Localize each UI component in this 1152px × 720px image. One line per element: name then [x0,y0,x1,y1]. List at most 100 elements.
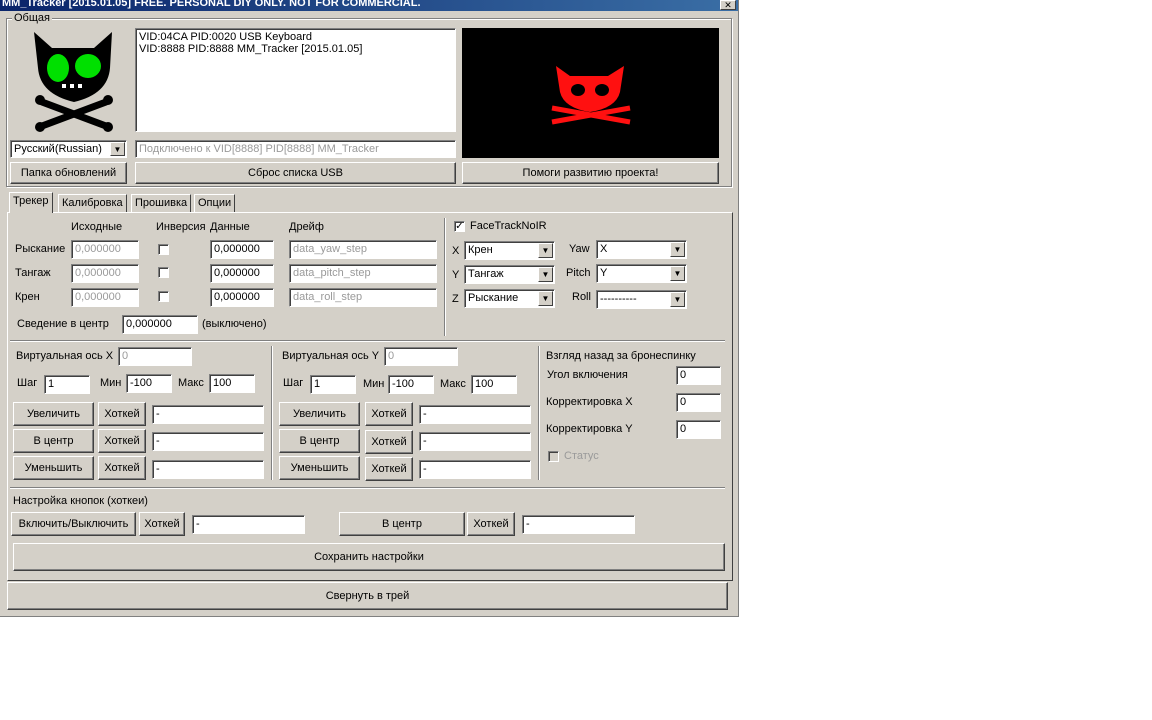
list-item[interactable]: VID:8888 PID:8888 MM_Tracker [2015.01.05… [139,43,452,55]
virtual-y-increase-button[interactable]: Увеличить [279,402,360,426]
virtual-x-decrease-hotkey-field[interactable]: - [152,460,264,479]
general-group-title: Общая [12,12,52,24]
yaw-target-select[interactable]: X ▼ [596,240,687,259]
lookback-corr-y-label: Корректировка Y [546,423,633,435]
skull-logo-icon [34,32,113,132]
check-icon: ✓ [455,221,464,232]
roll-drift-field[interactable]: data_roll_step [289,288,437,307]
pitch-drift-field[interactable]: data_pitch_step [289,264,437,283]
donate-button[interactable]: Помоги развитию проекта! [462,162,719,184]
virtual-x-min-label: Мин [100,377,122,389]
close-button[interactable]: ✕ [720,0,736,10]
center-value-field[interactable]: 0,000000 [122,315,198,334]
center-state: (выключено) [202,318,267,330]
virtual-x-center-hotkey-field[interactable]: - [152,432,264,451]
chevron-down-icon[interactable]: ▼ [670,242,685,257]
yaw-drift-field[interactable]: data_yaw_step [289,240,437,259]
roll-data-field[interactable]: 0,000000 [210,288,274,307]
virtual-x-increase-hotkey-field[interactable]: - [152,405,264,424]
axis-label-x: X [452,245,460,257]
toggle-button[interactable]: Включить/Выключить [11,512,136,536]
minimize-to-tray-button[interactable]: Свернуть в трей [7,582,728,610]
virtual-x-decrease-hotkey-button[interactable]: Хоткей [98,456,146,480]
virtual-y-decrease-button[interactable]: Уменьшить [279,456,360,480]
virtual-x-center-hotkey-button[interactable]: Хоткей [98,429,146,453]
center-hotkey-field[interactable]: - [522,515,635,534]
yaw-data-field[interactable]: 0,000000 [210,240,274,259]
language-select[interactable]: Русский(Russian) ▼ [10,140,127,158]
lookback-angle-label: Угол включения [547,369,628,381]
axis-label-y: Y [452,269,460,281]
yaw-source-field: 0,000000 [71,240,139,259]
divider [10,340,725,342]
preview-panel [462,28,719,158]
virtual-x-step-label: Шаг [17,377,38,389]
lookback-corr-y-field[interactable]: 0 [676,420,721,439]
virtual-y-center-hotkey-field[interactable]: - [419,432,531,451]
tab-firmware[interactable]: Прошивка [131,194,192,212]
virtual-y-value-field: 0 [384,347,458,366]
virtual-y-center-button[interactable]: В центр [279,429,360,453]
virtual-x-increase-hotkey-button[interactable]: Хоткей [98,402,146,426]
hotkeys-title: Настройка кнопок (хоткеи) [13,495,148,507]
axis-z-value: Рыскание [468,292,519,304]
virtual-y-increase-hotkey-field[interactable]: - [419,405,531,424]
tab-tracker[interactable]: Трекер [9,192,53,213]
pitch-target-select[interactable]: Y ▼ [596,264,687,283]
header-invert: Инверсия [156,221,206,233]
row-label-yaw: Рыскание [15,243,66,255]
tab-calibration[interactable]: Калибровка [58,194,127,212]
chevron-down-icon[interactable]: ▼ [670,292,685,307]
axis-y-select[interactable]: Тангаж ▼ [464,265,555,284]
virtual-x-max-field[interactable]: 100 [209,374,255,393]
pitch-invert-checkbox[interactable] [158,267,169,278]
lookback-corr-x-field[interactable]: 0 [676,393,721,412]
title-bar[interactable]: MM_Tracker [2015.01.05] FREE. PERSONAL D… [0,0,738,11]
virtual-y-increase-hotkey-button[interactable]: Хоткей [365,402,413,426]
virtual-y-decrease-hotkey-button[interactable]: Хоткей [365,457,413,481]
reset-usb-button[interactable]: Сброс списка USB [135,162,456,184]
app-window: MM_Tracker [2015.01.05] FREE. PERSONAL D… [0,0,739,617]
header-data: Данные [210,221,250,233]
target-label-yaw: Yaw [569,243,590,255]
chevron-down-icon[interactable]: ▼ [538,291,553,306]
virtual-x-center-button[interactable]: В центр [13,429,94,453]
center-hotkey-action-button[interactable]: В центр [339,512,465,536]
window-title: MM_Tracker [2015.01.05] FREE. PERSONAL D… [2,0,421,9]
axis-z-select[interactable]: Рыскание ▼ [464,289,555,308]
target-label-roll: Roll [572,291,591,303]
roll-invert-checkbox[interactable] [158,291,169,302]
virtual-y-decrease-hotkey-field[interactable]: - [419,460,531,479]
chevron-down-icon[interactable]: ▼ [538,267,553,282]
header-drift: Дрейф [289,221,324,233]
virtual-x-increase-button[interactable]: Увеличить [13,402,94,426]
lookback-angle-field[interactable]: 0 [676,366,721,385]
virtual-y-max-field[interactable]: 100 [471,375,517,394]
toggle-hotkey-button[interactable]: Хоткей [139,512,185,536]
axis-x-select[interactable]: Крен ▼ [464,241,555,260]
roll-target-select[interactable]: ---------- ▼ [596,290,687,309]
axis-x-value: Крен [468,244,493,256]
chevron-down-icon[interactable]: ▼ [538,243,553,258]
chevron-down-icon[interactable]: ▼ [110,142,125,156]
lookback-corr-x-label: Корректировка X [546,396,633,408]
pitch-data-field[interactable]: 0,000000 [210,264,274,283]
tab-options[interactable]: Опции [194,194,236,212]
save-settings-button[interactable]: Сохранить настройки [13,543,725,571]
facetrack-checkbox[interactable]: ✓ [454,221,465,232]
virtual-x-min-field[interactable]: -100 [126,374,172,393]
yaw-invert-checkbox[interactable] [158,244,169,255]
updates-folder-button[interactable]: Папка обновлений [10,162,127,184]
virtual-x-step-field[interactable]: 1 [44,375,90,394]
virtual-y-center-hotkey-button[interactable]: Хоткей [365,430,413,454]
virtual-y-min-field[interactable]: -100 [388,375,434,394]
usb-device-list[interactable]: VID:04CA PID:0020 USB Keyboard VID:8888 … [135,28,456,132]
list-item[interactable]: VID:04CA PID:0020 USB Keyboard [139,31,452,43]
virtual-x-decrease-button[interactable]: Уменьшить [13,456,94,480]
virtual-y-label: Виртуальная ось Y [282,350,380,362]
center-label: Сведение в центр [17,318,109,330]
center-hotkey-button[interactable]: Хоткей [467,512,515,536]
virtual-y-step-field[interactable]: 1 [310,375,356,394]
toggle-hotkey-field[interactable]: - [192,515,305,534]
chevron-down-icon[interactable]: ▼ [670,266,685,281]
